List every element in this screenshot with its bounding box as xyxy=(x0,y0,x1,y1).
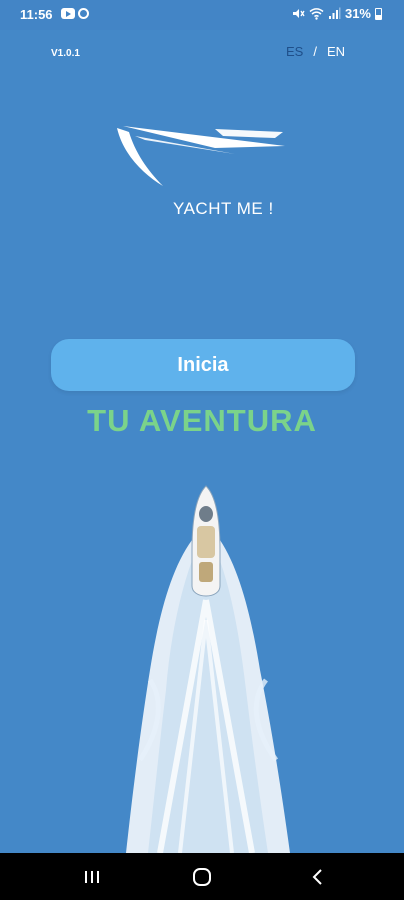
language-separator: / xyxy=(313,44,317,59)
navigation-bar xyxy=(0,853,404,900)
battery-icon xyxy=(375,7,382,20)
status-time: 11:56 xyxy=(20,7,53,22)
battery-percent: 31% xyxy=(344,6,371,21)
app-version: V1.0.1 xyxy=(51,48,80,59)
status-bar: 11:56 31% xyxy=(0,0,404,30)
boat-wake-image xyxy=(126,485,290,853)
status-right-icons: 31% xyxy=(292,6,382,21)
app-screen: V1.0.1 ES / EN YACHT ME ! Inicia TU AVEN… xyxy=(0,30,404,853)
signal-icon xyxy=(328,7,341,19)
home-icon[interactable] xyxy=(187,865,217,889)
mute-icon xyxy=(292,9,305,18)
language-switcher: ES / EN xyxy=(286,44,345,59)
sync-icon xyxy=(78,8,89,19)
back-icon[interactable] xyxy=(303,865,333,889)
logo-text: YACHT ME ! xyxy=(173,199,274,218)
tagline: TU AVENTURA xyxy=(87,403,317,438)
youtube-icon xyxy=(61,8,75,19)
language-es[interactable]: ES xyxy=(286,44,303,59)
wifi-icon xyxy=(309,8,324,20)
language-en[interactable]: EN xyxy=(327,44,345,59)
yacht-logo-icon xyxy=(117,126,285,186)
recent-apps-icon[interactable] xyxy=(77,865,107,889)
status-notification-icons xyxy=(61,8,89,19)
start-button[interactable]: Inicia xyxy=(51,339,355,391)
